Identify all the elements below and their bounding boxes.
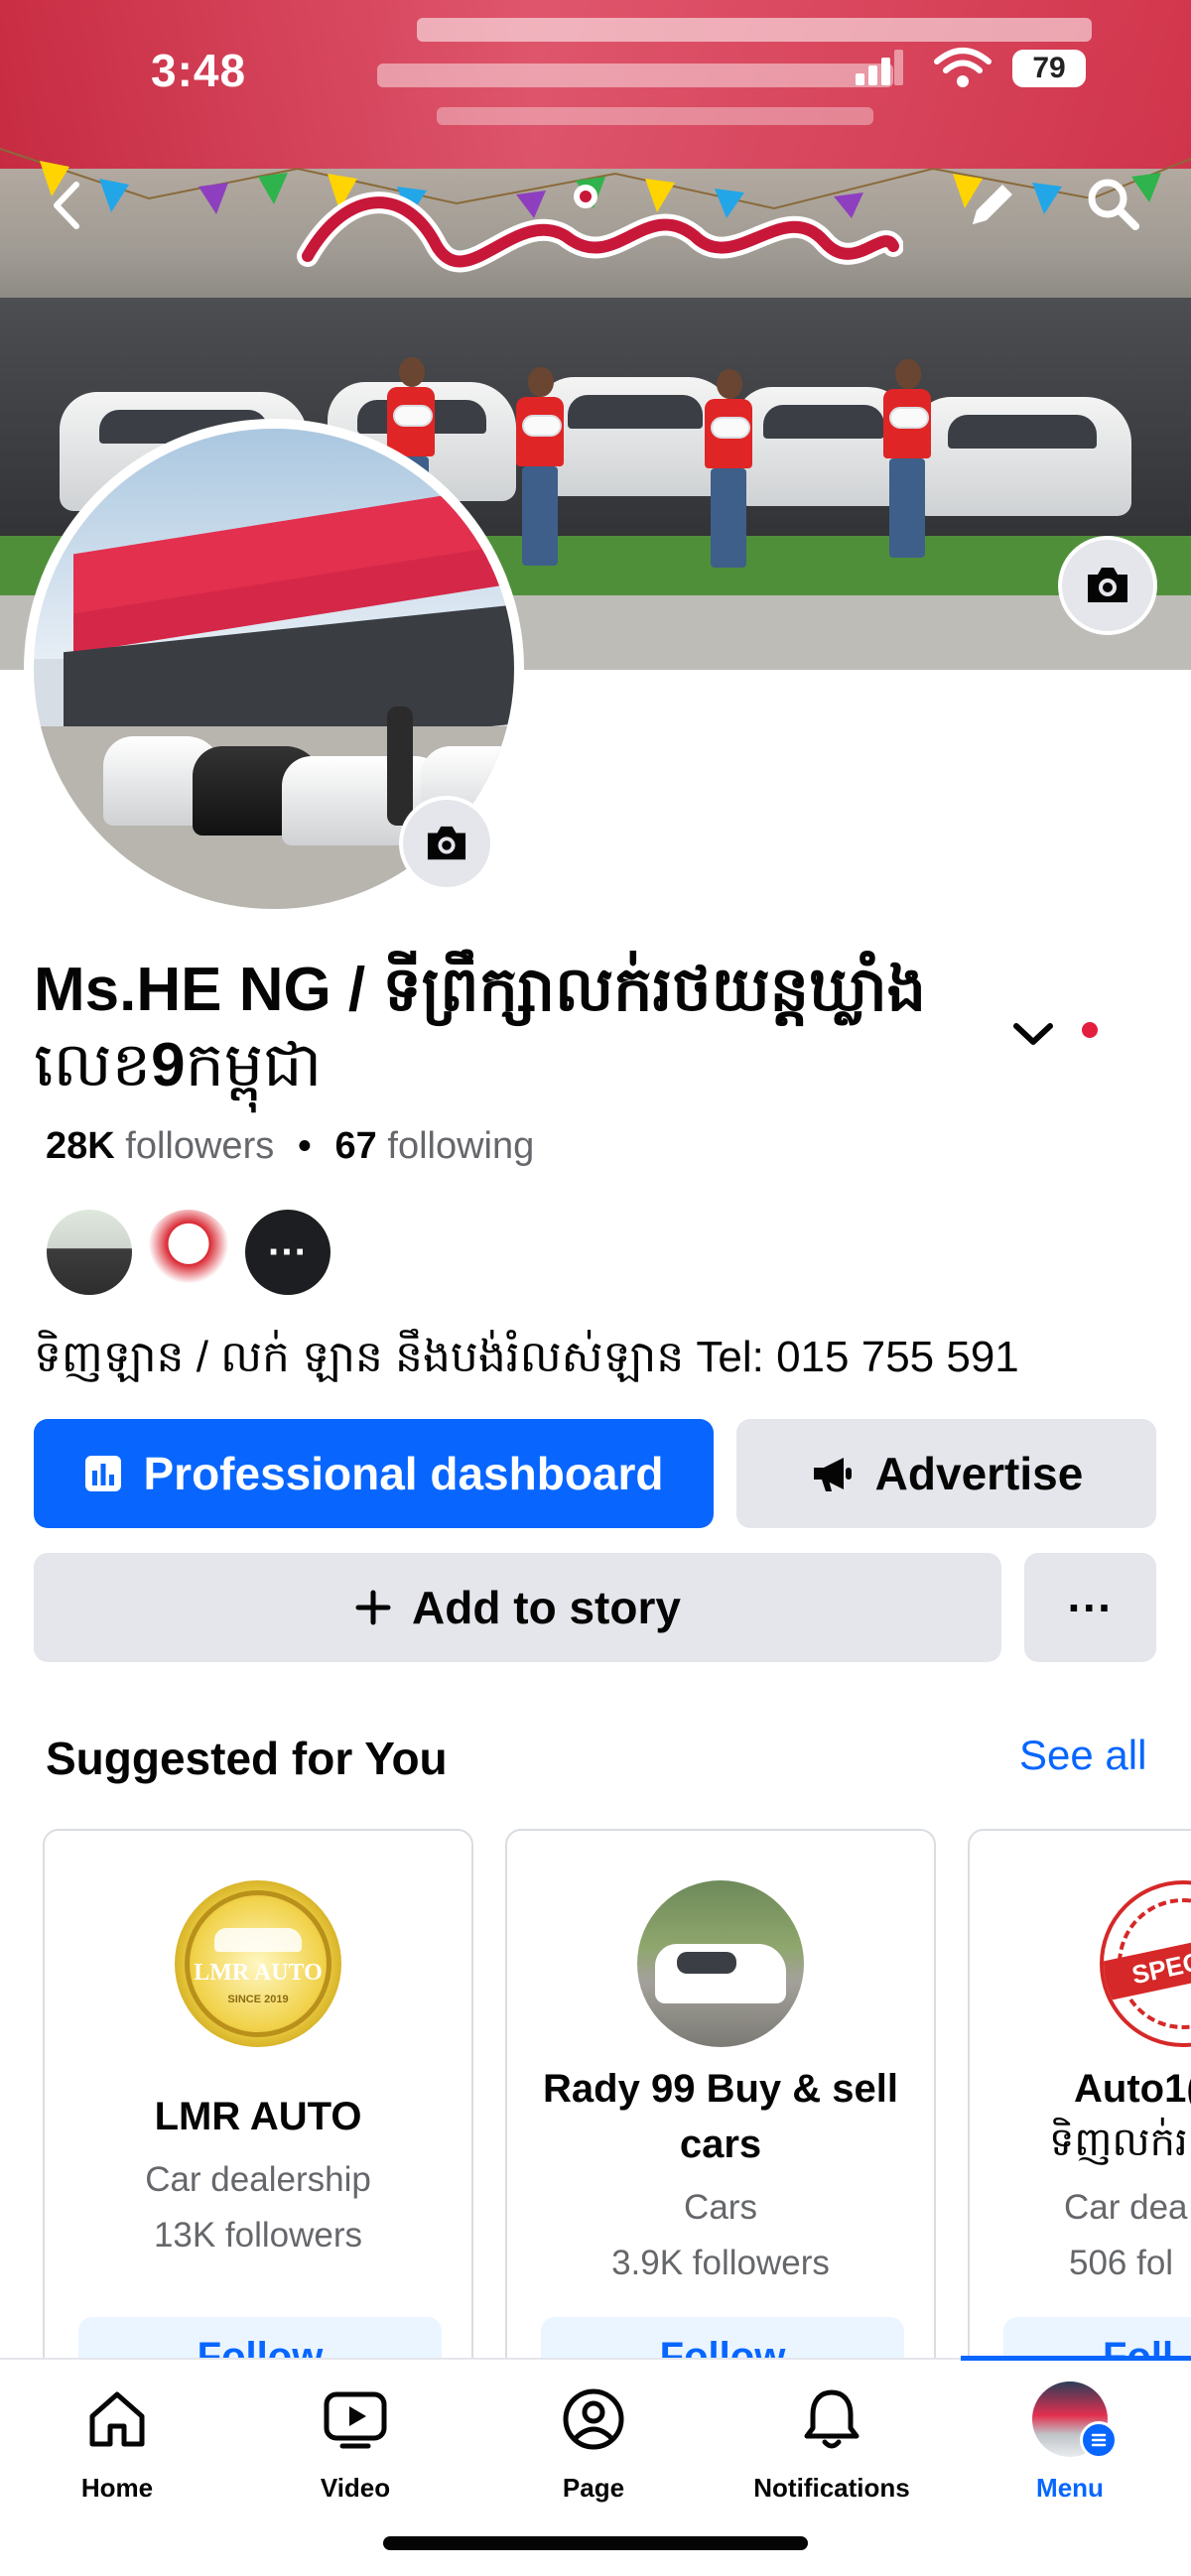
follow-button[interactable]: Follow xyxy=(541,2317,904,2360)
megaphone-icon xyxy=(813,1458,852,1491)
battery-indicator: 79 xyxy=(1012,50,1086,87)
page-title: Ms.HE NG / ទីព្រឹក្សាលក់រថយន្តឃ្លាំង លេខ… xyxy=(34,953,1006,1103)
lmr-auto-logo-text: LMR AUTO xyxy=(194,1960,323,1986)
suggested-page-card[interactable]: Rady 99 Buy & sell cars Cars 3.9K follow… xyxy=(505,1829,936,2360)
follow-stats: 28K followers • 67 following xyxy=(46,1125,534,1168)
signal-icon xyxy=(856,50,903,85)
professional-dashboard-label: Professional dashboard xyxy=(143,1448,664,1499)
suggested-page-followers: 13K followers xyxy=(153,2216,363,2254)
add-to-story-label: Add to story xyxy=(412,1582,681,1633)
tab-video-label: Video xyxy=(320,2473,391,2503)
plus-icon xyxy=(355,1590,391,1625)
suggested-pages-carousel[interactable]: LMR AUTO SINCE 2019 LMR AUTO Car dealers… xyxy=(0,1829,1191,2360)
menu-list-badge-icon xyxy=(1080,2421,1118,2459)
stats-separator: • xyxy=(298,1125,312,1167)
chevron-down-icon xyxy=(1013,1023,1053,1045)
tab-home-label: Home xyxy=(80,2473,154,2503)
tab-home[interactable]: Home xyxy=(28,2382,206,2530)
status-indicators: 79 xyxy=(854,46,1102,89)
following-count[interactable]: 67 xyxy=(335,1125,377,1168)
wifi-icon xyxy=(934,48,992,87)
tab-menu[interactable]: Menu xyxy=(981,2382,1159,2530)
following-label[interactable]: following xyxy=(387,1125,534,1168)
edit-cover-photo-button[interactable] xyxy=(1058,536,1157,635)
tab-page[interactable]: Page xyxy=(504,2382,683,2530)
video-icon xyxy=(318,2382,393,2457)
advertise-label: Advertise xyxy=(874,1448,1084,1499)
lmr-auto-logo[interactable]: LMR AUTO SINCE 2019 xyxy=(175,1880,341,2047)
follower-avatar[interactable] xyxy=(44,1207,135,1298)
suggested-section-title: Suggested for You xyxy=(46,1733,448,1784)
add-to-story-button[interactable]: Add to story xyxy=(34,1553,1001,1662)
page-icon xyxy=(556,2382,631,2457)
cover-car xyxy=(913,397,1131,516)
camera-icon xyxy=(427,826,466,860)
edit-button[interactable] xyxy=(959,171,1026,238)
more-options-icon: ··· xyxy=(1067,1582,1114,1633)
follow-button[interactable]: Follow xyxy=(78,2317,442,2360)
home-icon xyxy=(79,2382,155,2457)
followers-label[interactable]: followers xyxy=(125,1125,274,1168)
back-button[interactable] xyxy=(40,179,93,232)
see-all-link[interactable]: See all xyxy=(1019,1732,1146,1779)
active-tab-indicator xyxy=(961,2356,1191,2361)
followers-count[interactable]: 28K xyxy=(46,1125,115,1168)
tab-notifications[interactable]: Notifications xyxy=(742,2382,921,2530)
bell-icon xyxy=(794,2382,869,2457)
suggested-page-followers: 506 fol xyxy=(1069,2244,1174,2282)
notification-dot xyxy=(1082,1022,1098,1038)
suggested-page-card[interactable]: SPECIAL Auto1( ទិញលក់រ Car dea 506 fol F… xyxy=(968,1829,1191,2360)
suggested-page-category: Cars xyxy=(684,2188,757,2227)
follower-avatars[interactable]: ··· xyxy=(44,1207,361,1298)
tab-page-label: Page xyxy=(562,2473,625,2503)
page-title-number: 9 xyxy=(151,1031,186,1099)
tab-menu-label: Menu xyxy=(1036,2473,1104,2503)
page-bio: ទិញឡាន / លក់ ឡាន នឹងបង់រំលស់ឡាន Tel: 015… xyxy=(34,1333,1019,1381)
suggested-page-name-khmer[interactable]: ទិញលក់រ xyxy=(970,2115,1191,2170)
back-arrow-icon xyxy=(54,182,79,229)
suggested-page-name[interactable]: LMR AUTO xyxy=(45,2089,471,2144)
suggested-page-card[interactable]: LMR AUTO SINCE 2019 LMR AUTO Car dealers… xyxy=(43,1829,473,2360)
cover-person xyxy=(516,367,564,566)
cover-person xyxy=(705,369,752,568)
camera-icon xyxy=(1088,568,1127,602)
page-title-line1: Ms.HE NG / ទីព្រឹក្សាលក់រថយន្តឃ្លាំង xyxy=(34,956,927,1024)
search-button[interactable] xyxy=(1080,171,1147,238)
suggested-page-followers: 3.9K followers xyxy=(611,2244,830,2282)
advertise-button[interactable]: Advertise xyxy=(736,1419,1156,1528)
search-icon xyxy=(1088,179,1139,230)
suggested-page-name[interactable]: Rady 99 Buy & sell cars xyxy=(507,2061,934,2172)
auto-page-picture[interactable]: SPECIAL xyxy=(1100,1880,1191,2047)
tab-notifications-label: Notifications xyxy=(753,2473,910,2503)
suggested-page-name[interactable]: Auto1( xyxy=(970,2061,1191,2117)
follower-avatar[interactable] xyxy=(143,1207,234,1298)
rady-99-page-picture[interactable] xyxy=(637,1880,804,2047)
cover-person xyxy=(883,359,931,558)
cover-khmer-new-year-sign xyxy=(297,185,903,273)
dashboard-icon xyxy=(85,1456,122,1491)
professional-dashboard-button[interactable]: Professional dashboard xyxy=(34,1419,714,1528)
pencil-icon xyxy=(973,185,1012,224)
page-title-part: លេខ xyxy=(34,1031,152,1099)
switch-profile-button[interactable] xyxy=(1004,1004,1062,1062)
status-time: 3:48 xyxy=(151,45,247,96)
lmr-auto-logo-subtext: SINCE 2019 xyxy=(227,1994,289,2005)
more-followers-button[interactable]: ··· xyxy=(242,1207,333,1298)
tab-video[interactable]: Video xyxy=(266,2382,445,2530)
more-options-button[interactable]: ··· xyxy=(1024,1553,1156,1662)
page-title-part: កម្ពុជា xyxy=(185,1031,323,1099)
suggested-page-category: Car dea xyxy=(1064,2188,1188,2227)
follow-button[interactable]: Foll xyxy=(1003,2317,1191,2360)
home-indicator-bar[interactable] xyxy=(383,2536,808,2550)
edit-profile-picture-button[interactable] xyxy=(399,796,494,891)
suggested-page-category: Car dealership xyxy=(145,2160,371,2199)
